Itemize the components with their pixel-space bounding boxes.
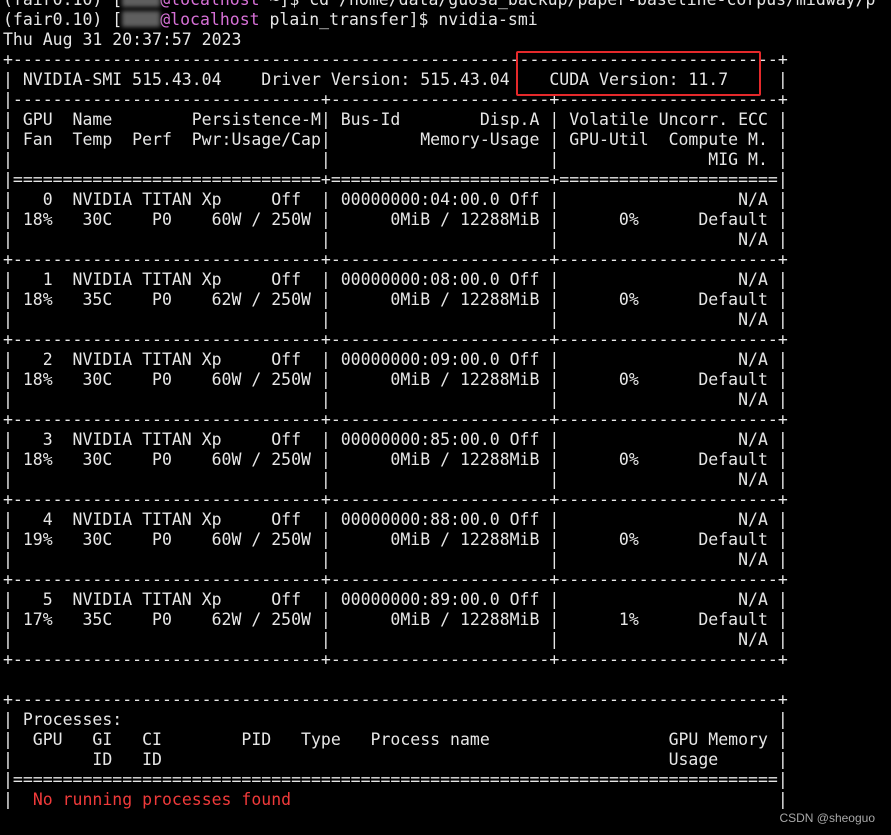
- table-line: | 18% 35C P0 62W / 250W | 0MiB / 12288Mi…: [3, 290, 788, 309]
- table-line: | 18% 30C P0 60W / 250W | 0MiB / 12288Mi…: [3, 370, 788, 389]
- table-line: | | | N/A |: [3, 470, 788, 489]
- table-line: | GPU GI CI PID Type Process name GPU Me…: [3, 730, 788, 749]
- table-line: | Processes: |: [3, 710, 788, 729]
- table-line: | | | N/A |: [3, 390, 788, 409]
- table-line: | | | N/A |: [3, 630, 788, 649]
- table-line: +-------------------------------+-------…: [3, 410, 788, 429]
- prompt-line-cd: (fair0.10) [@localhost ~]$ cd /home/data…: [3, 0, 891, 10]
- no-processes-message: No running processes found: [32, 790, 292, 809]
- terminal-output[interactable]: (fair0.10) [@localhost ~]$ cd /home/data…: [3, 0, 891, 810]
- table-line: | | | MIG M. |: [3, 150, 788, 169]
- table-line: +-------------------------------+-------…: [3, 650, 788, 669]
- table-line: | 0 NVIDIA TITAN Xp Off | 00000000:04:00…: [3, 190, 788, 209]
- table-line: | 2 NVIDIA TITAN Xp Off | 00000000:09:00…: [3, 350, 788, 369]
- table-line: | 17% 35C P0 62W / 250W | 0MiB / 12288Mi…: [3, 610, 788, 629]
- table-line: +---------------------------------------…: [3, 690, 788, 709]
- table-line: | 5 NVIDIA TITAN Xp Off | 00000000:89:00…: [3, 590, 788, 609]
- prompt-line-nvidia-smi: (fair0.10) [@localhost plain_transfer]$ …: [3, 10, 538, 29]
- table-line: | 1 NVIDIA TITAN Xp Off | 00000000:08:00…: [3, 270, 788, 289]
- cuda-version-highlight-box: [516, 51, 761, 96]
- table-line: +-------------------------------+-------…: [3, 570, 788, 589]
- table-line: |===============================+=======…: [3, 170, 788, 189]
- table-line: | GPU Name Persistence-M| Bus-Id Disp.A …: [3, 110, 788, 129]
- table-line: +-------------------------------+-------…: [3, 330, 788, 349]
- table-line: | 18% 30C P0 60W / 250W | 0MiB / 12288Mi…: [3, 450, 788, 469]
- table-line: | | | N/A |: [3, 310, 788, 329]
- redacted-username: [122, 0, 161, 7]
- table-line: | 3 NVIDIA TITAN Xp Off | 00000000:85:00…: [3, 430, 788, 449]
- table-line: | 4 NVIDIA TITAN Xp Off | 00000000:88:00…: [3, 510, 788, 529]
- table-line: | | | N/A |: [3, 550, 788, 569]
- table-line: | 18% 30C P0 60W / 250W | 0MiB / 12288Mi…: [3, 210, 788, 229]
- timestamp-line: Thu Aug 31 20:37:57 2023: [3, 30, 242, 49]
- table-line: +-------------------------------+-------…: [3, 250, 788, 269]
- redacted-username: [122, 11, 161, 27]
- table-line: | ID ID Usage |: [3, 750, 788, 769]
- no-processes-line: | No running processes found |: [3, 790, 788, 809]
- table-line: [3, 670, 891, 690]
- table-line: | 19% 30C P0 60W / 250W | 0MiB / 12288Mi…: [3, 530, 788, 549]
- table-line: |=======================================…: [3, 770, 788, 789]
- nvidia-smi-table: +---------------------------------------…: [3, 50, 891, 790]
- watermark: CSDN @sheoguo: [779, 811, 875, 825]
- table-line: | | | N/A |: [3, 230, 788, 249]
- table-line: +-------------------------------+-------…: [3, 490, 788, 509]
- table-line: | Fan Temp Perf Pwr:Usage/Cap| Memory-Us…: [3, 130, 788, 149]
